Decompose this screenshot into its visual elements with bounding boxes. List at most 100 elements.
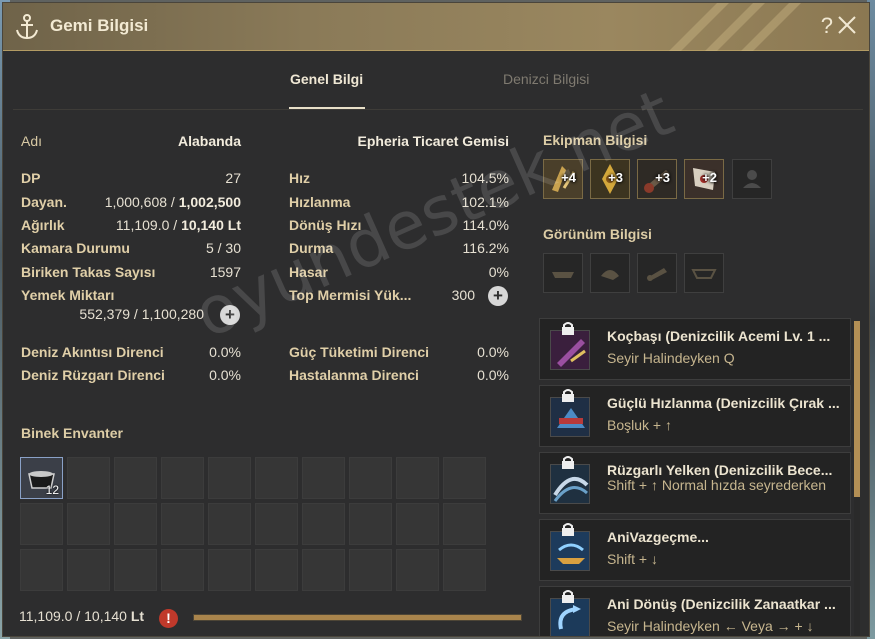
skill-row-ram[interactable]: Koçbaşı (Denizcilik Acemi Lv. 1 ... Seyi…	[539, 318, 851, 380]
cannon-deco-icon	[647, 268, 667, 281]
close-icon[interactable]	[835, 13, 859, 37]
stat-weight-value: 11,109.0 / 10,140 Lt	[115, 217, 241, 233]
skill-row-sudden-stop[interactable]: AniVazgeçme... Shift + ↓	[539, 519, 851, 581]
ship-name-value: Alabanda	[177, 133, 241, 149]
appearance-slot-prow[interactable]	[590, 253, 630, 293]
hull-deco-icon	[552, 272, 574, 278]
skill-name: Ani Dönüş (Denizcilik Zanaatkar ...	[607, 596, 836, 612]
inventory-slot[interactable]	[302, 457, 345, 499]
inventory-grid: 12	[20, 454, 491, 594]
stat-food-label: Yemek Miktarı	[21, 287, 115, 303]
flag-deco-icon	[691, 269, 717, 279]
ram-skill-icon	[550, 330, 590, 370]
stat-damage-value: 0%	[488, 264, 509, 280]
inventory-slot[interactable]	[114, 503, 157, 545]
stat-dp-value: 27	[225, 170, 241, 186]
inventory-slot[interactable]	[255, 457, 298, 499]
skill-row-windy-sail[interactable]: Rüzgarlı Yelken (Denizcilik Bece... Shif…	[539, 452, 851, 514]
inventory-slot[interactable]	[161, 549, 204, 591]
inventory-slot[interactable]	[20, 503, 63, 545]
stat-durability-label: Dayan.	[21, 194, 67, 210]
skill-keybind: Shift + ↓	[607, 551, 658, 567]
inventory-slot[interactable]	[67, 457, 110, 499]
equip-badge: +2	[702, 170, 717, 185]
inventory-slot[interactable]	[208, 503, 251, 545]
inventory-title: Binek Envanter	[21, 425, 123, 441]
lock-icon	[562, 456, 574, 469]
skill-name: AniVazgeçme...	[607, 529, 709, 545]
inventory-slot[interactable]	[20, 549, 63, 591]
overweight-warning-icon[interactable]: !	[159, 609, 178, 628]
lock-icon	[562, 590, 574, 603]
inventory-slot[interactable]	[208, 457, 251, 499]
prow-deco-icon	[601, 270, 619, 280]
inventory-slot[interactable]	[67, 503, 110, 545]
scrollbar-thumb[interactable]	[854, 321, 860, 497]
skill-keybind: Seyir Halindeyken Q	[607, 350, 735, 366]
resist-disease-value: 0.0%	[477, 367, 509, 383]
equip-slot-sail[interactable]: +2	[684, 159, 724, 199]
inventory-slot[interactable]	[396, 457, 439, 499]
inventory-slot[interactable]	[208, 549, 251, 591]
title-bar[interactable]: Gemi Bilgisi ?	[3, 3, 869, 51]
inventory-slot[interactable]	[161, 457, 204, 499]
resist-stamina-value: 0.0%	[477, 344, 509, 360]
inventory-slot[interactable]	[114, 549, 157, 591]
weight-progress-bar	[193, 614, 522, 621]
appearance-slot-hull[interactable]	[543, 253, 583, 293]
tab-general-info[interactable]: Genel Bilgi	[290, 71, 363, 87]
stat-weight-label: Ağırlık	[21, 217, 65, 233]
inventory-slot[interactable]	[443, 503, 486, 545]
inventory-slot[interactable]	[255, 549, 298, 591]
lock-icon	[562, 322, 574, 335]
stat-durability-value: 1,000,608 / 1,002,500	[104, 194, 241, 210]
resist-stamina-label: Güç Tüketimi Direnci	[289, 344, 430, 360]
skill-keybind: Shift + ↑ Normal hızda seyrederken	[607, 477, 827, 493]
stat-accel-label: Hızlanma	[289, 194, 351, 210]
skill-list-scrollbar[interactable]	[854, 321, 860, 636]
weight-progress-fill	[194, 615, 521, 620]
inventory-slot[interactable]	[302, 503, 345, 545]
inventory-slot[interactable]	[349, 503, 392, 545]
inventory-slot[interactable]	[161, 503, 204, 545]
appearance-slot-cannon[interactable]	[637, 253, 677, 293]
resist-wind-label: Deniz Rüzgarı Direnci	[21, 367, 165, 383]
inventory-slot[interactable]	[67, 549, 110, 591]
inventory-slot[interactable]	[396, 549, 439, 591]
help-button[interactable]: ?	[821, 13, 833, 39]
appearance-title: Görünüm Bilgisi	[543, 226, 652, 242]
skill-list: Koçbaşı (Denizcilik Acemi Lv. 1 ... Seyi…	[539, 318, 851, 636]
skill-row-sudden-turn[interactable]: Ani Dönüş (Denizcilik Zanaatkar ... Seyi…	[539, 586, 851, 636]
stat-brake-value: 116.2%	[462, 240, 509, 256]
inventory-slot[interactable]	[114, 457, 157, 499]
skill-keybind: Boşluk + ↑	[607, 417, 672, 433]
equip-slot-cannon[interactable]: +3	[637, 159, 677, 199]
add-cannonball-button[interactable]: +	[488, 286, 508, 306]
stat-cabin-label: Kamara Durumu	[21, 240, 130, 256]
inventory-slot[interactable]	[443, 457, 486, 499]
lock-icon	[562, 389, 574, 402]
title-ornament	[669, 3, 801, 51]
inventory-slot[interactable]	[443, 549, 486, 591]
inventory-slot[interactable]	[349, 457, 392, 499]
lock-icon	[562, 523, 574, 536]
sudden-stop-skill-icon	[550, 531, 590, 571]
skill-name: Rüzgarlı Yelken (Denizcilik Bece...	[607, 462, 833, 478]
resist-current-label: Deniz Akıntısı Direnci	[21, 344, 164, 360]
inventory-slot[interactable]: 12	[20, 457, 63, 499]
equip-badge: +3	[655, 170, 670, 185]
inventory-slot[interactable]	[302, 549, 345, 591]
resist-disease-label: Hastalanma Direnci	[289, 367, 419, 383]
inventory-slot[interactable]	[396, 503, 439, 545]
skill-name: Güçlü Hızlanma (Denizcilik Çırak ...	[607, 395, 840, 411]
skill-row-power-accel[interactable]: Güçlü Hızlanma (Denizcilik Çırak ... Boş…	[539, 385, 851, 447]
inventory-weight: 11,109.0 / 10,140 Lt	[19, 608, 145, 624]
equip-slot-sailor[interactable]	[732, 159, 772, 199]
tab-sailor-info[interactable]: Denizci Bilgisi	[503, 71, 589, 87]
stat-cannonball-value: 300	[451, 287, 475, 303]
skill-keybind: Seyir Halindeyken ← Veya → + ↓	[607, 618, 814, 634]
appearance-slot-flag[interactable]	[684, 253, 724, 293]
windy-sail-skill-icon	[550, 464, 590, 504]
inventory-slot[interactable]	[255, 503, 298, 545]
inventory-slot[interactable]	[349, 549, 392, 591]
